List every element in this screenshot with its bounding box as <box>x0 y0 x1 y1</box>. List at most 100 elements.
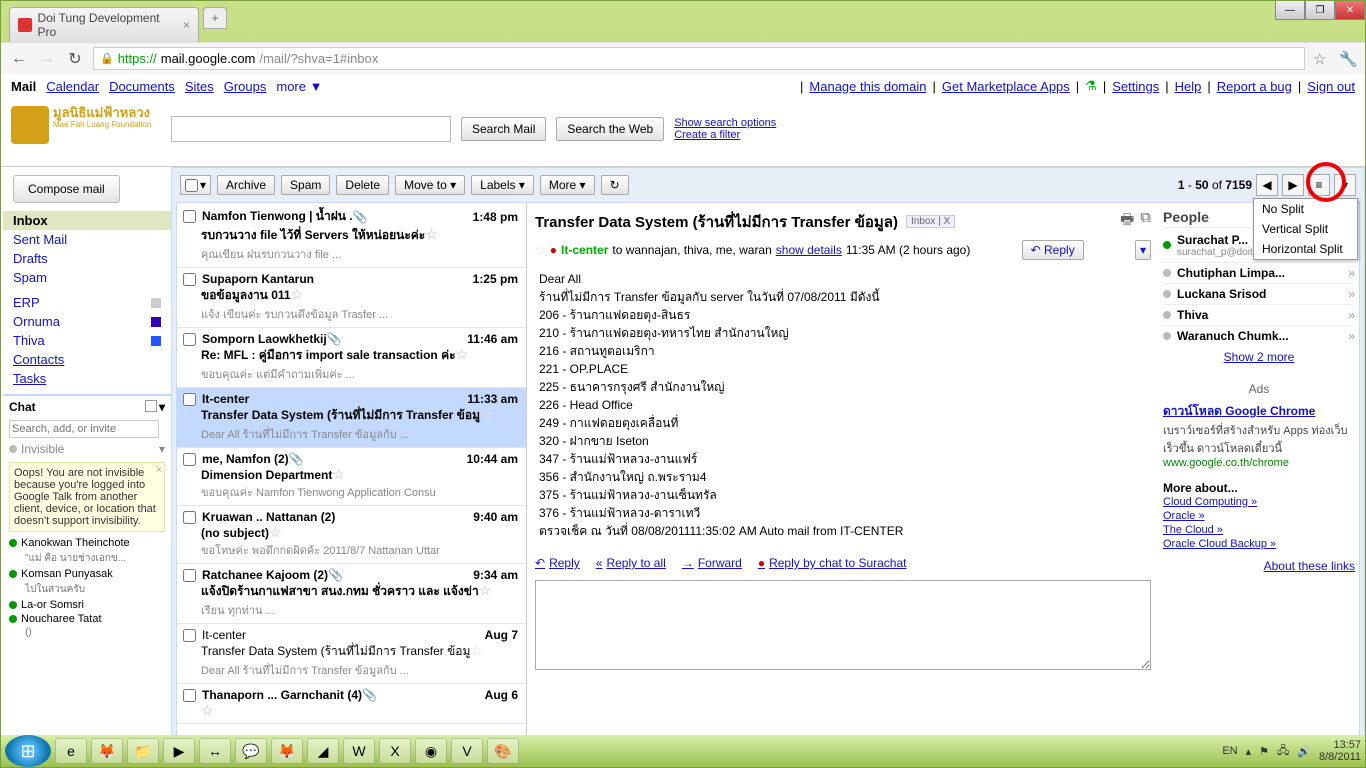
message-row[interactable]: Somporn Laowkhetkij📎11:46 amRe: MFL : คู… <box>177 328 526 388</box>
message-row[interactable]: Thanaporn ... Garnchanit (4)📎Aug 6☆ <box>177 684 526 724</box>
search-web-button[interactable]: Search the Web <box>556 117 664 141</box>
wrench-icon[interactable]: 🔧 <box>1339 50 1357 68</box>
label-erp[interactable]: ERP <box>3 293 171 312</box>
chat-contact[interactable]: Kanokwan Theinchote <box>3 536 171 550</box>
person-row[interactable]: Thiva» <box>1163 304 1355 325</box>
related-link[interactable]: The Cloud » <box>1163 523 1355 537</box>
msg-checkbox[interactable] <box>183 273 196 286</box>
tray-net-icon[interactable]: 🖧 <box>1277 742 1289 761</box>
bookmark-icon[interactable]: ☆ <box>1313 50 1331 68</box>
tb-teamviewer[interactable]: ↔ <box>199 738 231 764</box>
refresh-button[interactable]: ↻ <box>601 175 629 195</box>
star-icon[interactable]: ☆ <box>456 346 469 362</box>
person-row[interactable]: Luckana Srisod» <box>1163 283 1355 304</box>
more-button[interactable]: More ▾ <box>540 175 595 195</box>
related-link[interactable]: Cloud Computing » <box>1163 495 1355 509</box>
tray-time[interactable]: 13:57 <box>1319 739 1361 751</box>
tb-media[interactable]: ▶ <box>163 738 195 764</box>
moveto-button[interactable]: Move to ▾ <box>395 175 465 195</box>
chevron-icon[interactable]: » <box>1348 329 1355 343</box>
chevron-icon[interactable]: » <box>1348 308 1355 322</box>
message-row[interactable]: me, Namfon (2)📎10:44 amDimension Departm… <box>177 448 526 506</box>
presence-self[interactable]: Invisible ▾ <box>3 440 171 458</box>
chat-contact[interactable]: La-or Somsri <box>3 598 171 612</box>
tb-paint[interactable]: 🎨 <box>487 738 519 764</box>
compose-button[interactable]: Compose mail <box>13 175 120 203</box>
msg-checkbox[interactable] <box>183 210 196 223</box>
back-button[interactable]: ← <box>9 49 29 69</box>
about-links[interactable]: About these links <box>1264 559 1355 573</box>
tb-excel[interactable]: X <box>379 738 411 764</box>
person-row[interactable]: Chutiphan Limpa...» <box>1163 262 1355 283</box>
maximize-button[interactable]: ❐ <box>1305 1 1335 20</box>
tb-vnc[interactable]: V <box>451 738 483 764</box>
star-icon[interactable]: ☆ <box>269 524 282 540</box>
tray-date[interactable]: 8/8/2011 <box>1319 751 1361 763</box>
tray-lang[interactable]: EN <box>1222 745 1237 757</box>
gb-more[interactable]: more ▼ <box>276 79 322 94</box>
mail-search-input[interactable] <box>171 116 451 142</box>
label-chip-inbox[interactable]: Inbox | X <box>906 215 955 228</box>
gb-signout[interactable]: Sign out <box>1307 79 1355 94</box>
message-list[interactable]: Namfon Tienwong | น้ำฝน .📎1:48 pmรบกวนวา… <box>177 203 527 757</box>
gb-settings[interactable]: Settings <box>1112 79 1159 94</box>
minimize-button[interactable]: — <box>1275 1 1305 20</box>
tab-close-icon[interactable]: × <box>183 18 190 32</box>
label-thiva[interactable]: Thiva <box>3 331 171 350</box>
gb-marketplace[interactable]: Get Marketplace Apps <box>942 79 1070 94</box>
tray-flag-icon[interactable]: ⚑ <box>1259 745 1269 758</box>
search-mail-button[interactable]: Search Mail <box>461 117 546 141</box>
pager-next-button[interactable]: ▶ <box>1282 174 1304 196</box>
view-toggle-button[interactable]: ≡ <box>1308 174 1330 196</box>
folder-spam[interactable]: Spam <box>3 268 171 287</box>
reply-textarea[interactable] <box>535 580 1151 670</box>
tb-dynamics[interactable]: ◢ <box>307 738 339 764</box>
ad-url[interactable]: www.google.co.th/chrome <box>1163 457 1355 469</box>
tray-up-icon[interactable]: ▴ <box>1246 745 1252 758</box>
folder-sent[interactable]: Sent Mail <box>3 230 171 249</box>
msg-checkbox[interactable] <box>183 629 196 642</box>
msg-checkbox[interactable] <box>183 333 196 346</box>
split-vertical[interactable]: Vertical Split <box>1254 219 1357 239</box>
pager-prev-button[interactable]: ◀ <box>1256 174 1278 196</box>
start-button[interactable]: ⊞ <box>5 735 51 767</box>
reload-button[interactable]: ↻ <box>65 49 85 69</box>
show-search-options-link[interactable]: Show search options <box>674 117 776 129</box>
msg-checkbox[interactable] <box>183 569 196 582</box>
action-forward[interactable]: →Forward <box>682 556 742 570</box>
show-more-people[interactable]: Show 2 more <box>1163 346 1355 368</box>
message-row[interactable]: Kruawan .. Nattanan (2)9:40 am(no subjec… <box>177 506 526 564</box>
msg-checkbox[interactable] <box>183 511 196 524</box>
browser-tab[interactable]: Doi Tung Development Pro × <box>9 7 199 42</box>
chat-pop-icon[interactable] <box>145 400 157 412</box>
tb-chrome[interactable]: ◉ <box>415 738 447 764</box>
view-toggle-dropdown[interactable]: ▾ <box>1334 174 1356 196</box>
chevron-icon[interactable]: » <box>1348 287 1355 301</box>
star-icon[interactable]: ☆ <box>479 582 492 598</box>
msg-checkbox[interactable] <box>183 689 196 702</box>
newwindow-icon[interactable]: ⧉ <box>1140 209 1151 234</box>
message-row[interactable]: Ratchanee Kajoom (2)📎9:34 amแจ้งปิดร้านก… <box>177 564 526 624</box>
tb-firefox2[interactable]: 🦊 <box>271 738 303 764</box>
gb-groups[interactable]: Groups <box>224 79 267 94</box>
message-row[interactable]: Supaporn Kantarun1:25 pmขอข้อมูลงาน 011☆… <box>177 268 526 328</box>
star-icon[interactable]: ☆ <box>425 226 438 242</box>
gb-report[interactable]: Report a bug <box>1217 79 1292 94</box>
star-icon[interactable]: ☆ <box>470 642 483 658</box>
folder-drafts[interactable]: Drafts <box>3 249 171 268</box>
sender-name[interactable]: It-center <box>561 243 608 257</box>
action-reply-all[interactable]: «Reply to all <box>596 556 666 570</box>
split-horizontal[interactable]: Horizontal Split <box>1254 239 1357 259</box>
create-filter-link[interactable]: Create a filter <box>674 129 776 141</box>
show-details-link[interactable]: show details <box>776 243 842 257</box>
action-reply[interactable]: ↶Reply <box>535 556 580 570</box>
related-link[interactable]: Oracle » <box>1163 509 1355 523</box>
gb-documents[interactable]: Documents <box>109 79 175 94</box>
chevron-icon[interactable]: » <box>1348 266 1355 280</box>
address-input[interactable]: 🔒 https://mail.google.com/mail/?shva=1#i… <box>93 47 1305 70</box>
chat-contact[interactable]: Komsan Punyasak <box>3 567 171 581</box>
chat-contact[interactable]: Noucharee Tatat <box>3 612 171 626</box>
ad-title[interactable]: ดาวน์โหลด Google Chrome <box>1163 404 1315 418</box>
gb-calendar[interactable]: Calendar <box>46 79 99 94</box>
star-icon[interactable]: ☆ <box>201 702 214 718</box>
